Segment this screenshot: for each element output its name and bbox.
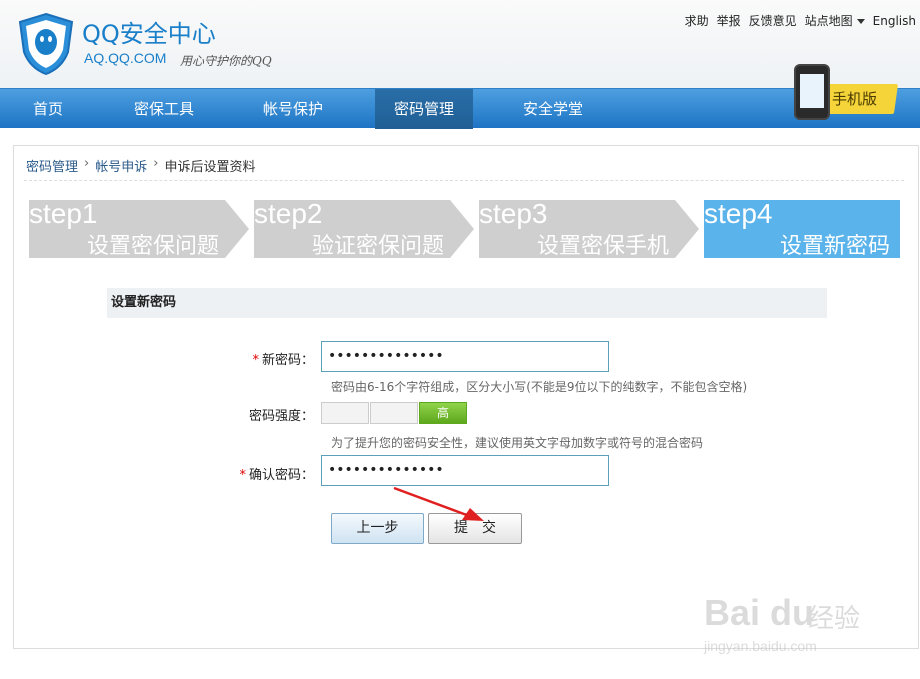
strength-label: 密码强度： [248, 409, 314, 424]
step-4-active: step4 设置新密码 [704, 198, 900, 259]
sitemap-label: 站点地图 [804, 14, 853, 28]
form-section-title: 设置新密码 [107, 288, 827, 318]
qq-shield-logo-icon[interactable] [18, 12, 74, 76]
step-1: step1 设置密保问题 [29, 198, 249, 259]
phone-icon [794, 64, 830, 120]
step-number: step3 [479, 198, 548, 229]
confirm-password-label-text: 确认密码： [248, 468, 314, 483]
strength-segment-high: 高 [419, 402, 467, 424]
brand-slogan: 用心守护你的QQ [180, 54, 272, 68]
baidu-jingyan-watermark: Bai du 经验 jingyan.baidu.com [700, 590, 900, 670]
breadcrumb-separator-icon: › [84, 156, 90, 171]
breadcrumb-divider [24, 180, 904, 181]
new-password-label-text: 新密码： [261, 353, 314, 368]
step-2: step2 验证密保问题 [254, 198, 474, 259]
step-label: 设置密保问题 [86, 234, 219, 259]
step-number: step1 [29, 198, 98, 229]
nav-item-password-management[interactable]: 密码管理 [375, 89, 473, 129]
chevron-down-icon [856, 19, 865, 24]
breadcrumb-account-appeal[interactable]: 帐号申诉 [95, 156, 147, 175]
confirm-password-label: * 确认密码： [204, 464, 314, 483]
step-number: step2 [254, 198, 323, 229]
watermark-cn: 经验 [808, 604, 861, 634]
breadcrumb-separator-icon: › [153, 156, 159, 171]
step-label: 设置密保手机 [536, 234, 669, 259]
step-3: step3 设置密保手机 [479, 198, 699, 259]
required-asterisk: * [252, 353, 259, 368]
password-strength-meter: 高 [321, 402, 468, 424]
sitemap-link[interactable]: 站点地图 [805, 12, 865, 29]
mobile-version-badge[interactable]: 手机版 [780, 64, 900, 122]
brand-domain: AQ.QQ.COM [84, 50, 167, 66]
breadcrumb-password-management[interactable]: 密码管理 [26, 156, 78, 175]
top-links: 求助 举报 反馈意见 站点地图 English [685, 12, 916, 29]
help-link[interactable]: 求助 [685, 12, 709, 29]
step-label: 设置新密码 [779, 234, 890, 259]
content-panel: 密码管理 › 帐号申诉 › 申诉后设置资料 step1 设置密保问题 step2… [13, 145, 919, 649]
watermark-url: jingyan.baidu.com [704, 638, 817, 654]
new-password-hint: 密码由6-16个字符组成，区分大小写(不能是9位以下的纯数字，不能包含空格) [331, 380, 748, 394]
new-password-input[interactable]: •••••••••••••• [321, 341, 609, 372]
confirm-password-input[interactable]: •••••••••••••• [321, 455, 609, 486]
step-number: step4 [704, 198, 773, 229]
english-link[interactable]: English [873, 14, 916, 28]
nav-item-security-tools[interactable]: 密保工具 [112, 89, 216, 129]
breadcrumb: 密码管理 › 帐号申诉 › 申诉后设置资料 [26, 156, 255, 175]
new-password-label: * 新密码： [204, 349, 314, 368]
watermark-logo: Bai du [704, 592, 815, 633]
red-arrow-icon [393, 486, 484, 521]
nav-item-security-academy[interactable]: 安全学堂 [500, 89, 606, 129]
required-asterisk: * [239, 468, 246, 483]
nav-item-home[interactable]: 首页 [0, 89, 96, 129]
brand-title[interactable]: QQ安全中心 [82, 14, 216, 49]
strength-hint: 为了提升您的密码安全性，建议使用英文字母加数字或符号的混合密码 [331, 436, 704, 450]
report-link[interactable]: 举报 [717, 12, 741, 29]
feedback-link[interactable]: 反馈意见 [749, 12, 797, 29]
mobile-version-label: 手机版 [832, 90, 878, 108]
strength-segment-medium [370, 402, 418, 424]
step-label: 验证密保问题 [311, 234, 444, 259]
strength-segment-low [321, 402, 369, 424]
nav-item-account-protection[interactable]: 帐号保护 [240, 89, 346, 129]
breadcrumb-current: 申诉后设置资料 [164, 160, 256, 175]
